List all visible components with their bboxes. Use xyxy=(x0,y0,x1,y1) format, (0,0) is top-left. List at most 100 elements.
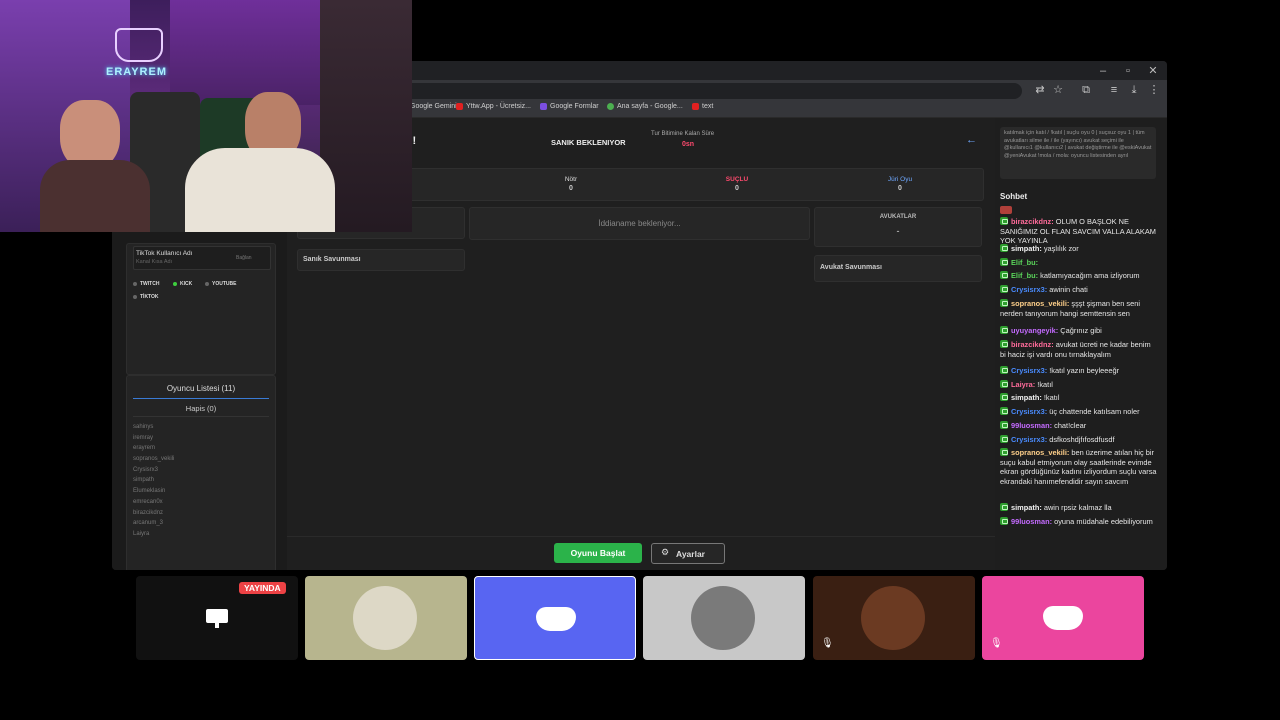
chat-message: sopranos_vekili: ben üzerime atılan hiç … xyxy=(1000,448,1158,486)
status-dot xyxy=(205,282,209,286)
extensions-icon[interactable]: ⧉ xyxy=(1079,83,1093,97)
chat-message: Laiyra: !katıl xyxy=(1000,380,1158,390)
platform-label: KICK xyxy=(180,281,193,287)
chat-text: katlamıyacağım ama izliyorum xyxy=(1038,271,1140,280)
cat-logo-icon xyxy=(115,28,163,62)
kick-badge-icon xyxy=(1000,271,1008,279)
chat-username[interactable]: 99luosman: xyxy=(1011,421,1052,430)
chat-message: Elif_bu: katlamıyacağım ama izliyorum xyxy=(1000,271,1158,281)
list-item: simpath xyxy=(133,477,155,484)
chat-username[interactable]: sopranos_vekili: xyxy=(1011,448,1069,457)
kick-badge-icon xyxy=(1000,244,1008,252)
chat-username[interactable]: 99luosman: xyxy=(1011,517,1052,526)
discord-icon xyxy=(1043,606,1083,630)
kick-badge-icon xyxy=(1000,503,1008,511)
lawyers-panel: AVUKATLAR - xyxy=(814,207,982,247)
vote-guilty-label: SUÇLU xyxy=(725,176,749,183)
chat-message: uyuyangeyik: Çağrınız gibi xyxy=(1000,326,1158,336)
chat-username[interactable]: Crysisrx3: xyxy=(1011,435,1047,444)
kick-badge-icon xyxy=(1000,285,1008,293)
divider xyxy=(287,536,995,537)
mic-muted-icon: 🎙 xyxy=(821,638,834,649)
chat-username[interactable]: Crysisrx3: xyxy=(1011,407,1047,416)
chat-message: 99luosman: chat!clear xyxy=(1000,421,1158,431)
chat-username[interactable]: Elif_bu: xyxy=(1011,258,1038,267)
kick-badge-icon xyxy=(1000,366,1008,374)
connect-button[interactable]: Bağlan xyxy=(236,255,252,261)
lawyers-value: - xyxy=(896,226,900,236)
menu-icon[interactable]: ⋮ xyxy=(1147,83,1161,97)
chat-username[interactable]: Laiyra: xyxy=(1011,380,1035,389)
chat-username[interactable]: uyuyangeyik: xyxy=(1011,326,1058,335)
list-item: arcanum_3 xyxy=(133,520,164,527)
lawyer-defense-panel: Avukat Savunması xyxy=(814,255,982,282)
settings-label: Ayarlar xyxy=(676,549,705,559)
tile-user-4[interactable] xyxy=(643,576,805,660)
bookmark-home[interactable]: Ana sayfa - Google... xyxy=(607,103,683,110)
bookmark-forms[interactable]: Google Formlar xyxy=(540,103,599,110)
tab-jail[interactable]: Hapis (0) xyxy=(133,404,269,413)
address-bar[interactable] xyxy=(362,83,1022,99)
chat-message: simpath: awin rpsiz kalmaz lla xyxy=(1000,503,1158,513)
tile-user-3[interactable] xyxy=(474,576,636,660)
avatar xyxy=(861,586,925,650)
tab-player-list[interactable]: Oyuncu Listesi (11) xyxy=(133,384,269,393)
chat-username[interactable]: sopranos_vekili: xyxy=(1011,299,1069,308)
bookmark-yttw[interactable]: Yttw.App - Ücretsiz... xyxy=(456,103,531,110)
minimize-button[interactable]: – xyxy=(1094,64,1112,78)
tile-screen-share[interactable]: YAYINDA xyxy=(136,576,298,660)
kick-badge-icon xyxy=(1000,380,1008,388)
maximize-button[interactable]: ▫ xyxy=(1119,64,1137,78)
settings-button[interactable]: ⚙ Ayarlar xyxy=(651,543,725,564)
chat-message: simpath: yaşlılık zor xyxy=(1000,244,1158,254)
avatar xyxy=(691,586,755,650)
chat-text: oyuna müdahale edebiliyorum xyxy=(1052,517,1153,526)
accusation-panel: İddianame bekleniyor... xyxy=(469,207,810,240)
bookmark-label: Yttw.App - Ücretsiz... xyxy=(466,103,531,110)
platform-kick[interactable]: KICK xyxy=(173,281,192,287)
chat-message: simpath: !katıl xyxy=(1000,393,1158,403)
platform-tiktok[interactable]: TİKTOK xyxy=(133,294,159,300)
chat-username[interactable]: simpath: xyxy=(1011,503,1042,512)
kick-badge-icon xyxy=(1000,326,1008,334)
kick-badge-icon xyxy=(1000,435,1008,443)
chat-username[interactable]: Crysisrx3: xyxy=(1011,366,1047,375)
chat-username[interactable]: Elif_bu: xyxy=(1011,271,1038,280)
chat-text: !katıl xyxy=(1035,380,1053,389)
chat-username[interactable]: simpath: xyxy=(1011,393,1042,402)
platform-youtube[interactable]: YOUTUBE xyxy=(205,281,236,287)
tiktok-username-input[interactable]: TikTok Kullanıcı Adı Kanal Kısa Adı Bağl… xyxy=(133,246,271,270)
back-arrow-icon[interactable]: ← xyxy=(966,134,977,146)
avatar xyxy=(353,586,417,650)
kick-badge-icon xyxy=(1000,299,1008,307)
chat-username[interactable]: birazcikdnz: xyxy=(1011,217,1054,226)
kick-badge-icon xyxy=(1000,340,1008,348)
tile-user-2[interactable] xyxy=(305,576,467,660)
bookmark-text[interactable]: text xyxy=(692,103,713,110)
translate-icon[interactable]: ⇄ xyxy=(1033,83,1047,97)
media-icon[interactable]: ≡ xyxy=(1107,83,1121,97)
star-icon[interactable]: ☆ xyxy=(1051,83,1065,97)
monitor-icon xyxy=(206,609,228,623)
bookmark-label: Google Formlar xyxy=(550,103,599,110)
chat-username[interactable]: Crysisrx3: xyxy=(1011,285,1047,294)
tile-user-5[interactable]: 🎙 xyxy=(813,576,975,660)
chat-username[interactable]: birazcikdnz: xyxy=(1011,340,1054,349)
chat-message: sopranos_vekili: şşşt şişman ben seni ne… xyxy=(1000,299,1158,318)
tile-user-6[interactable]: 🎙 xyxy=(982,576,1144,660)
start-game-button[interactable]: Oyunu Başlat xyxy=(554,543,642,563)
chat-text: Çağrınız gibi xyxy=(1058,326,1102,335)
chat-message: birazcikdnz: OLUM O BAŞLOK NE SANIĞIMIZ … xyxy=(1000,217,1158,246)
status-dot xyxy=(173,282,177,286)
timer-value: 0sn xyxy=(682,141,695,148)
emote-icon xyxy=(1000,206,1012,214)
platform-twitch[interactable]: TWITCH xyxy=(133,281,159,287)
tiktok-username-label: TikTok Kullanıcı Adı xyxy=(136,250,193,257)
live-badge: YAYINDA xyxy=(239,582,286,594)
list-item: sopranos_vekili xyxy=(133,456,175,463)
chat-username[interactable]: simpath: xyxy=(1011,244,1042,253)
close-button[interactable]: ✕ xyxy=(1144,64,1162,78)
vote-jury-label: Jüri Oyu xyxy=(887,176,913,183)
vote-neutral-count: 0 xyxy=(569,185,573,192)
download-icon[interactable]: ⤓ xyxy=(1127,83,1141,97)
